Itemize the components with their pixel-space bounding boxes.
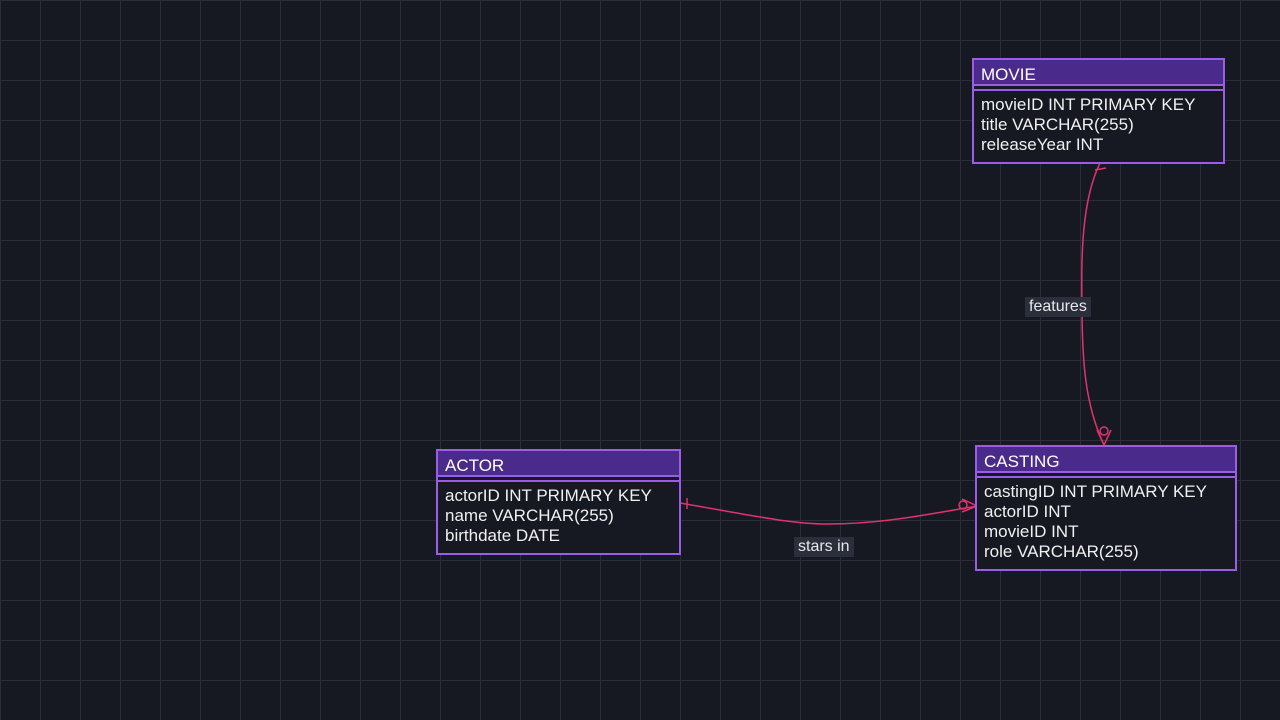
attribute: castingID INT PRIMARY KEY (984, 482, 1207, 501)
attribute: title VARCHAR(255) (981, 115, 1134, 134)
zero-marker (1099, 426, 1109, 436)
entity-name: ACTOR (438, 451, 679, 477)
attribute: actorID INT (984, 502, 1071, 521)
attribute-list: actorID INT PRIMARY KEY name VARCHAR(255… (438, 482, 679, 546)
diagram-canvas: MOVIE movieID INT PRIMARY KEY title VARC… (0, 0, 1280, 720)
entity-name: CASTING (977, 447, 1235, 473)
attribute: role VARCHAR(255) (984, 542, 1139, 561)
attribute-list: movieID INT PRIMARY KEY title VARCHAR(25… (974, 91, 1223, 155)
one-marker (1094, 167, 1107, 171)
relationship-label-features[interactable]: features (1025, 297, 1091, 317)
entity-movie[interactable]: MOVIE movieID INT PRIMARY KEY title VARC… (972, 58, 1225, 164)
attribute: movieID INT (984, 522, 1079, 541)
attribute: movieID INT PRIMARY KEY (981, 95, 1196, 114)
stars-in-connector (679, 502, 978, 525)
relationship-label-stars-in[interactable]: stars in (794, 537, 854, 557)
attribute: name VARCHAR(255) (445, 506, 614, 525)
entity-casting[interactable]: CASTING castingID INT PRIMARY KEY actorI… (975, 445, 1237, 571)
attribute: birthdate DATE (445, 526, 560, 545)
relationship-stars-in[interactable] (679, 498, 979, 525)
attribute-list: castingID INT PRIMARY KEY actorID INT mo… (977, 478, 1235, 562)
attribute: actorID INT PRIMARY KEY (445, 486, 652, 505)
entity-name: MOVIE (974, 60, 1223, 86)
entity-actor[interactable]: ACTOR actorID INT PRIMARY KEY name VARCH… (436, 449, 681, 555)
attribute: releaseYear INT (981, 135, 1104, 154)
